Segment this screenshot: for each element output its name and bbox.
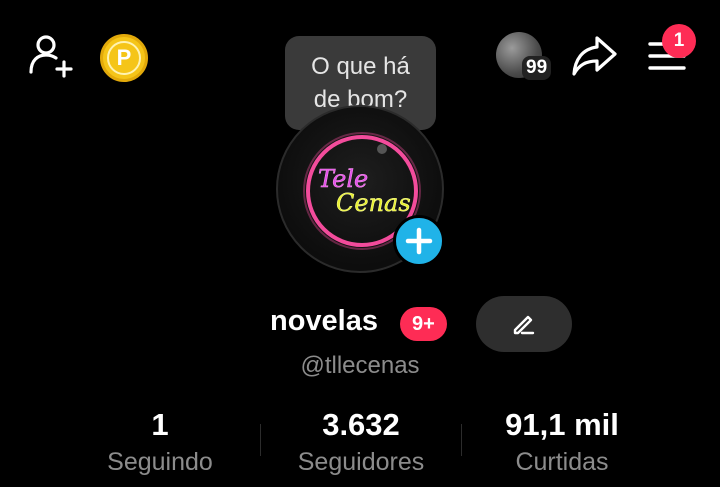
followers-count: 3.632	[322, 407, 400, 442]
following-count: 1	[151, 407, 169, 442]
following-label: Seguindo	[107, 448, 213, 476]
followers-label: Seguidores	[297, 448, 425, 476]
coin-letter: P	[116, 45, 132, 70]
share-button[interactable]	[570, 33, 620, 79]
add-friend-button[interactable]	[26, 30, 78, 82]
stat-likes[interactable]: 91,1 mil Curtidas	[452, 406, 672, 478]
add-user-icon	[29, 35, 73, 78]
profile-name: novelas	[270, 305, 378, 337]
add-story-button[interactable]	[393, 215, 445, 267]
avatar-text-2: Cenas	[336, 189, 411, 217]
notification-badge: 1	[662, 24, 696, 58]
stat-following[interactable]: 1 Seguindo	[50, 406, 270, 478]
profile-visitors-button[interactable]: 99	[496, 32, 558, 80]
name-badge[interactable]: 9+	[400, 307, 447, 341]
edit-profile-button[interactable]	[476, 296, 572, 352]
visitors-count: 99	[522, 56, 552, 80]
coin-icon: P	[107, 41, 141, 75]
pencil-icon	[513, 315, 535, 335]
likes-label: Curtidas	[515, 448, 609, 476]
share-icon	[572, 36, 617, 76]
tooltip-line-1: O que há	[311, 53, 410, 80]
coin-button[interactable]: P	[100, 34, 148, 82]
likes-count: 91,1 mil	[505, 407, 619, 442]
stat-followers[interactable]: 3.632 Seguidores	[251, 406, 471, 478]
plus-icon	[405, 227, 433, 255]
profile-handle: @tllecenas	[300, 352, 420, 379]
